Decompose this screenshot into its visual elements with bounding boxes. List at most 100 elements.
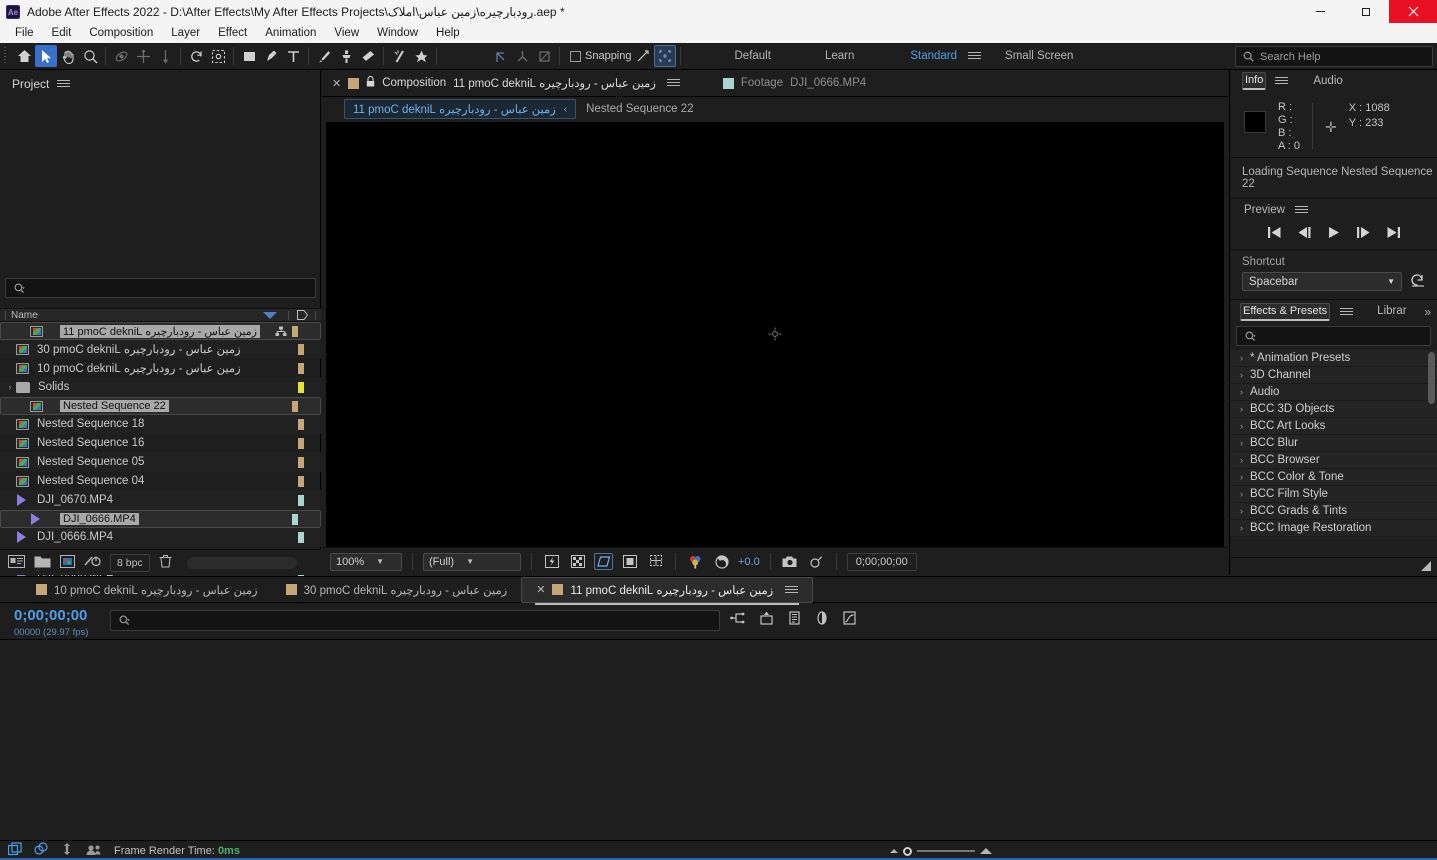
close-tab-icon[interactable]: ✕ — [332, 77, 341, 90]
clone-stamp-tool-icon[interactable] — [335, 45, 357, 67]
roto-brush-tool-icon[interactable] — [388, 45, 410, 67]
interpret-footage-icon[interactable] — [8, 554, 25, 571]
composition-canvas[interactable] — [326, 122, 1224, 547]
new-folder-icon[interactable] — [34, 555, 51, 571]
zoom-slider-track[interactable] — [917, 850, 975, 852]
exposure-value[interactable]: +0.0 — [738, 556, 760, 568]
list-item[interactable]: › BCC Browser — [1230, 452, 1437, 469]
world-axis-mode-icon[interactable] — [511, 45, 533, 67]
chevron-right-icon[interactable]: › — [1240, 489, 1243, 499]
zoom-in-icon[interactable] — [980, 848, 992, 854]
list-item[interactable]: زمین عباس - رودبارچیره Linked Comp 03 — [0, 340, 321, 359]
composition-flowchart-icon[interactable] — [34, 842, 48, 859]
list-item[interactable]: › BCC Color & Tone — [1230, 469, 1437, 486]
list-item[interactable]: › * Animation Presets — [1230, 350, 1437, 367]
chevron-right-icon[interactable]: › — [1240, 404, 1243, 414]
puppet-pin-tool-icon[interactable] — [410, 45, 432, 67]
sort-descending-icon[interactable] — [263, 311, 277, 319]
chevron-right-icon[interactable]: › — [1240, 455, 1243, 465]
label-swatch[interactable] — [298, 418, 304, 430]
chevron-right-icon[interactable]: › — [1240, 353, 1243, 363]
chevron-right-icon[interactable]: › — [4, 382, 16, 392]
resolution-select[interactable]: (Full) ▼ — [423, 552, 521, 571]
timeline-zoom-slider[interactable] — [890, 845, 995, 857]
list-item[interactable]: › BCC Blur — [1230, 435, 1437, 452]
chevron-right-icon[interactable]: › — [1240, 370, 1243, 380]
local-axis-mode-icon[interactable] — [489, 45, 511, 67]
info-panel-menu-icon[interactable] — [1275, 76, 1289, 86]
brush-tool-icon[interactable] — [313, 45, 335, 67]
list-item[interactable]: Nested Sequence 16 — [0, 434, 321, 453]
effects-panel-menu-icon[interactable] — [1340, 307, 1354, 317]
maximize-button[interactable] — [1343, 0, 1389, 23]
tab-effects-presets[interactable]: Effects & Presets — [1240, 302, 1331, 321]
workspace-small-screen[interactable]: Small Screen — [999, 50, 1079, 62]
menu-window[interactable]: Window — [368, 23, 427, 43]
type-tool-icon[interactable] — [282, 45, 304, 67]
workspace-menu-icon[interactable] — [968, 51, 982, 61]
chevron-right-icon[interactable]: › — [1240, 438, 1243, 448]
chevron-right-icon[interactable]: › — [1240, 421, 1243, 431]
list-item[interactable]: › BCC Grads & Tints — [1230, 503, 1437, 520]
label-swatch[interactable] — [298, 381, 304, 393]
fit-to-comp-icon[interactable] — [60, 842, 74, 859]
list-item[interactable]: › 3D Channel — [1230, 367, 1437, 384]
snapping-checkbox[interactable] — [570, 50, 581, 62]
selection-tool-icon[interactable] — [35, 45, 57, 67]
menu-view[interactable]: View — [325, 23, 368, 43]
list-item[interactable]: › Solids — [0, 378, 321, 397]
list-item[interactable]: زمین عباس - رودبارچیره Linked Comp 11 — [0, 322, 321, 340]
previous-frame-button[interactable] — [1298, 227, 1311, 241]
color-management-icon[interactable] — [686, 553, 705, 570]
label-swatch[interactable] — [298, 456, 304, 468]
effects-scrollbar[interactable] — [1428, 352, 1435, 404]
dolly-tool-icon[interactable] — [154, 45, 176, 67]
menu-animation[interactable]: Animation — [256, 23, 325, 43]
search-help-field[interactable]: Search Help — [1235, 46, 1433, 67]
project-column-name-label[interactable]: Name — [11, 310, 38, 321]
transform-box-icon[interactable] — [653, 45, 676, 67]
team-projects-icon[interactable] — [86, 843, 102, 859]
effects-category-list[interactable]: › * Animation Presets › 3D Channel › Audio › BC… — [1230, 350, 1437, 542]
timeline-current-timecode[interactable]: 0;00;00;00 — [14, 607, 87, 624]
delete-icon[interactable] — [159, 554, 172, 571]
label-swatch[interactable] — [298, 475, 304, 487]
reset-shortcut-icon[interactable] — [1410, 273, 1426, 290]
graph-editor-icon[interactable] — [843, 611, 856, 628]
label-swatch[interactable] — [298, 343, 304, 355]
list-item[interactable]: DJI_0666.MP4 — [0, 510, 321, 528]
composition-timecode[interactable]: 0;00;00;00 — [846, 552, 917, 571]
list-item[interactable]: Nested Sequence 04 — [0, 472, 321, 491]
timeline-search-input[interactable] — [110, 610, 720, 631]
label-swatch[interactable] — [292, 325, 298, 337]
list-item[interactable]: › BCC 3D Objects — [1230, 401, 1437, 418]
orbit-tool-icon[interactable] — [110, 45, 132, 67]
bit-depth-button[interactable]: 8 bpc — [110, 553, 150, 572]
chevron-right-icon[interactable]: › — [1240, 472, 1243, 482]
label-swatch[interactable] — [298, 494, 304, 506]
menu-file[interactable]: File — [6, 23, 43, 43]
pen-tool-icon[interactable] — [260, 45, 282, 67]
menu-help[interactable]: Help — [427, 23, 469, 43]
first-frame-button[interactable] — [1267, 227, 1281, 241]
play-button[interactable] — [1328, 227, 1340, 241]
exposure-icon[interactable] — [712, 553, 731, 570]
tab-libraries[interactable]: Librar — [1375, 301, 1408, 322]
menu-edit[interactable]: Edit — [43, 23, 81, 43]
toggle-switches-modes-icon[interactable] — [7, 842, 22, 859]
list-item[interactable]: › BCC Film Style — [1230, 486, 1437, 503]
region-of-interest-toggle-icon[interactable] — [620, 553, 639, 570]
workspace-learn[interactable]: Learn — [819, 50, 860, 62]
new-composition-icon[interactable] — [60, 554, 75, 571]
composition-tab-name[interactable]: زمین عباس - رودبارچیره Linked Comp 11 — [453, 76, 656, 90]
list-item[interactable]: › BCC Image Restoration — [1230, 520, 1437, 537]
list-item[interactable]: Nested Sequence 22 — [0, 397, 321, 415]
draft-3d-icon[interactable] — [759, 611, 774, 628]
list-item[interactable]: Nested Sequence 05 — [0, 453, 321, 472]
toolbar-grip[interactable] — [2, 47, 10, 65]
list-item[interactable]: DJI_0666.MP4 — [0, 528, 321, 547]
tab-timeline-0[interactable]: زمین عباس - رودبارچیره Linked Comp 01 — [22, 577, 272, 603]
tab-audio[interactable]: Audio — [1311, 71, 1344, 92]
menu-composition[interactable]: Composition — [80, 23, 162, 43]
zoom-tool-icon[interactable] — [79, 45, 101, 67]
